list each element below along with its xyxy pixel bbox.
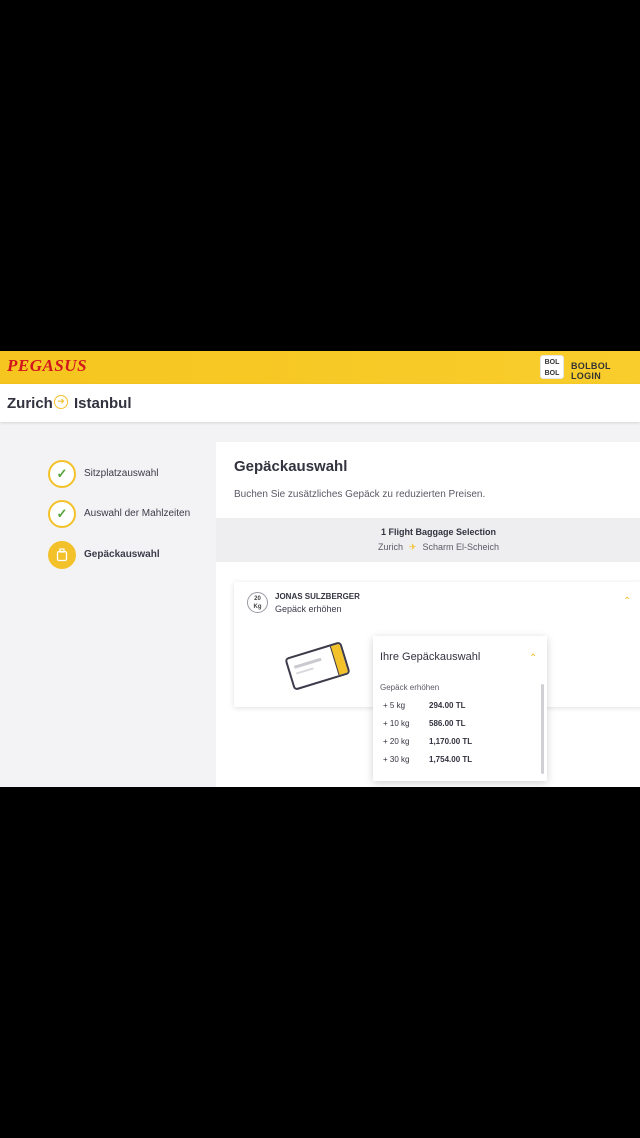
suitcase-icon — [48, 541, 76, 569]
page-title: Gepäckauswahl — [234, 458, 348, 475]
baggage-option[interactable]: + 5 kg 294.00 TL — [383, 701, 533, 715]
check-icon: ✓ — [48, 460, 76, 488]
arrow-right-icon: ➔ — [54, 395, 68, 409]
dropdown-scrollbar[interactable] — [541, 684, 544, 774]
flight-summary: 1 Flight Baggage Selection Zurich ✈ Scharm… — [216, 518, 640, 562]
route-destination: Istanbul — [74, 395, 132, 412]
step-baggage-selection[interactable]: Gepäckauswahl — [48, 541, 228, 569]
bolbol-login-button[interactable]: BOLBOL LOGIN — [571, 361, 640, 381]
flight-summary-title: 1 Flight Baggage Selection — [380, 527, 497, 537]
check-icon: ✓ — [48, 500, 76, 528]
passenger-name: JONAS SULZBERGER — [275, 592, 360, 601]
step-label: Auswahl der Mahlzeiten — [84, 508, 191, 519]
baggage-option[interactable]: + 10 kg 586.00 TL — [383, 719, 533, 733]
option-price: 294.00 TL — [429, 701, 466, 710]
chevron-up-icon[interactable]: ⌃ — [623, 596, 631, 607]
option-weight: + 30 kg — [383, 755, 410, 764]
option-weight: + 20 kg — [383, 737, 410, 746]
flight-destination: Scharm El-Scheich — [422, 542, 500, 552]
step-meal-selection[interactable]: ✓ Auswahl der Mahlzeiten — [48, 500, 228, 528]
flight-origin: Zurich — [377, 542, 403, 552]
option-weight: + 10 kg — [383, 719, 410, 728]
baggage-tag-icon — [284, 641, 351, 691]
baggage-weight-badge: 20 Kg — [247, 592, 268, 613]
route-origin: Zurich — [7, 395, 53, 412]
top-bar: PEGASUS BOL BOL BOLBOL LOGIN — [0, 351, 640, 384]
page-subtitle: Buchen Sie zusätzliches Gepäck zu reduzi… — [234, 489, 486, 500]
step-label: Gepäckauswahl — [84, 549, 160, 560]
baggage-option[interactable]: + 30 kg 1,754.00 TL — [383, 755, 533, 769]
route-header: Zurich ➔ Istanbul — [0, 384, 640, 422]
bolbol-icon[interactable]: BOL BOL — [540, 355, 564, 379]
option-weight: + 5 kg — [383, 701, 406, 710]
baggage-option[interactable]: + 20 kg 1,170.00 TL — [383, 737, 533, 751]
dropdown-section-label: Gepäck erhöhen — [380, 683, 440, 692]
plane-icon: ✈ — [408, 542, 417, 552]
chevron-up-icon[interactable]: ⌃ — [529, 653, 537, 664]
flight-route: Zurich ✈ Scharm El-Scheich — [216, 542, 640, 553]
option-price: 1,754.00 TL — [429, 755, 473, 764]
option-price: 1,170.00 TL — [429, 737, 473, 746]
dropdown-title[interactable]: Ihre Gepäckauswahl — [380, 651, 480, 663]
kg-value: 20 — [254, 596, 261, 602]
step-label: Sitzplatzauswahl — [84, 468, 159, 479]
option-price: 586.00 TL — [429, 719, 466, 728]
step-seat-selection[interactable]: ✓ Sitzplatzauswahl — [48, 460, 228, 488]
app-screen: PEGASUS BOL BOL BOLBOL LOGIN Zurich ➔ Is… — [0, 351, 640, 787]
passenger-subtitle: Gepäck erhöhen — [275, 604, 342, 614]
baggage-dropdown[interactable]: Ihre Gepäckauswahl ⌃ Gepäck erhöhen + 5 … — [373, 636, 547, 781]
pegasus-logo[interactable]: PEGASUS — [7, 356, 87, 376]
kg-unit: Kg — [253, 604, 262, 610]
